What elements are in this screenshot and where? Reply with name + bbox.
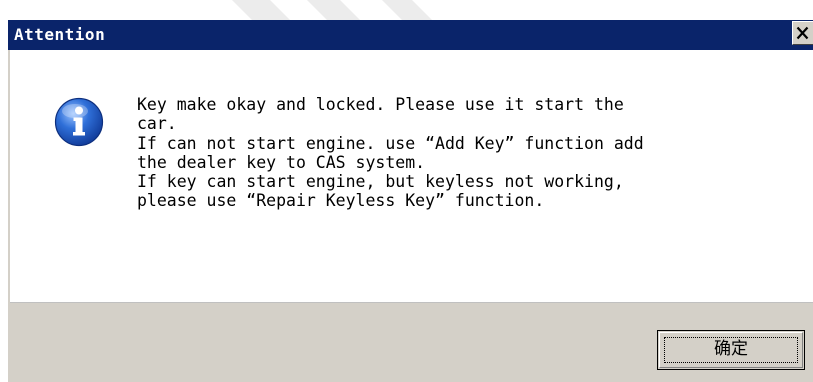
info-icon	[54, 97, 104, 147]
ok-button-label: 确定	[714, 339, 748, 359]
ok-button[interactable]: 确定	[657, 330, 805, 370]
watermark	[0, 0, 813, 20]
message-text: Key make okay and locked. Please use it …	[137, 95, 644, 211]
window-title: Attention	[14, 25, 106, 44]
message-area: Key make okay and locked. Please use it …	[10, 50, 813, 302]
button-bar: 确定	[10, 302, 813, 382]
close-button[interactable]	[792, 21, 813, 45]
close-icon	[796, 26, 809, 40]
title-bar: Attention	[8, 20, 813, 50]
message-dialog: Attention Key make okay and locked. Plea…	[0, 0, 813, 382]
